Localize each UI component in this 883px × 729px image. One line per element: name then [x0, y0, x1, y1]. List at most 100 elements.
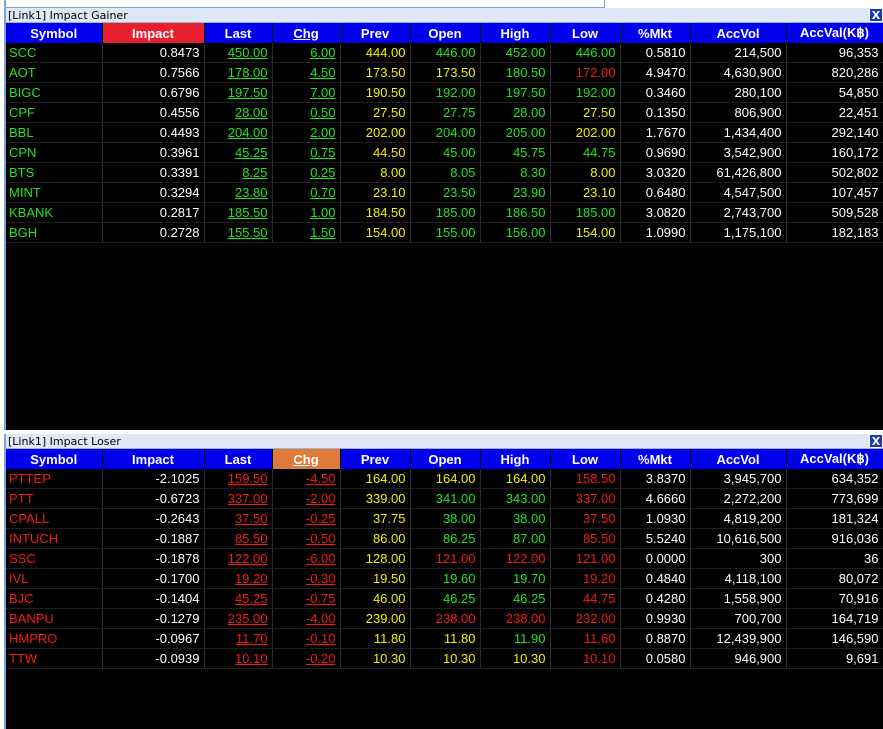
cell-chg[interactable]: -2.00	[272, 488, 341, 509]
cell-symbol[interactable]: BTS	[6, 162, 103, 183]
cell-last[interactable]: 337.00	[204, 488, 273, 509]
column-header-high[interactable]: High	[480, 23, 551, 43]
cell-last[interactable]: 45.25	[204, 588, 273, 609]
cell-symbol[interactable]: BGH	[6, 222, 103, 243]
cell-chg[interactable]: -4.50	[272, 469, 341, 489]
column-header-prev[interactable]: Prev	[340, 23, 411, 43]
column-header-pct-mkt[interactable]: %Mkt	[620, 23, 691, 43]
cell-chg[interactable]: -0.25	[272, 508, 341, 529]
cell-chg[interactable]: 6.00	[272, 43, 341, 63]
table-row[interactable]: BANPU -0.1279 235.00 -4.00 239.00 238.00 238.0…	[6, 608, 883, 629]
table-row[interactable]: BJC -0.1404 45.25 -0.75 46.00 46.25 46.25 44.75…	[6, 588, 883, 609]
column-header-last[interactable]: Last	[204, 449, 273, 469]
table-row[interactable]: BGH 0.2728 155.50 1.50 154.00 155.00 156.00 154…	[6, 222, 883, 243]
cell-last[interactable]: 37.50	[204, 508, 273, 529]
cell-symbol[interactable]: PTT	[6, 488, 103, 509]
cell-symbol[interactable]: CPN	[6, 142, 103, 163]
cell-symbol[interactable]: MINT	[6, 182, 103, 203]
column-header-chg[interactable]: Chg	[272, 449, 341, 469]
cell-last[interactable]: 185.50	[204, 202, 273, 223]
table-row[interactable]: CPALL -0.2643 37.50 -0.25 37.75 38.00 38.00 37.…	[6, 508, 883, 529]
cell-chg[interactable]: 4.50	[272, 62, 341, 83]
cell-chg[interactable]: -6.00	[272, 548, 341, 569]
cell-symbol[interactable]: BJC	[6, 588, 103, 609]
cell-chg[interactable]: 0.75	[272, 142, 341, 163]
cell-last[interactable]: 85.50	[204, 528, 273, 549]
table-row[interactable]: CPF 0.4556 28.00 0.50 27.50 27.75 28.00 27.50 0.…	[6, 102, 883, 123]
table-row[interactable]: BIGC 0.6796 197.50 7.00 190.50 192.00 197.50 19…	[6, 82, 883, 103]
cell-symbol[interactable]: SCC	[6, 43, 103, 63]
cell-last[interactable]: 10.10	[204, 648, 273, 669]
column-header-accval[interactable]: AccVal(K฿)	[786, 23, 883, 43]
cell-symbol[interactable]: BIGC	[6, 82, 103, 103]
column-header-low[interactable]: Low	[550, 23, 621, 43]
cell-symbol[interactable]: CPALL	[6, 508, 103, 529]
cell-chg[interactable]: 1.50	[272, 222, 341, 243]
table-row[interactable]: SCC 0.8473 450.00 6.00 444.00 446.00 452.00 446…	[6, 43, 883, 63]
cell-symbol[interactable]: AOT	[6, 62, 103, 83]
column-header-symbol[interactable]: Symbol	[6, 449, 103, 469]
cell-chg[interactable]: 1.00	[272, 202, 341, 223]
cell-chg[interactable]: -0.75	[272, 588, 341, 609]
gainer-close-button[interactable]: X	[869, 8, 883, 22]
table-row[interactable]: INTUCH -0.1887 85.50 -0.50 86.00 86.25 87.00 85…	[6, 528, 883, 549]
table-row[interactable]: KBANK 0.2817 185.50 1.00 184.50 185.00 186.50 1…	[6, 202, 883, 223]
loser-titlebar[interactable]: [Link1] Impact Loser X	[6, 434, 883, 449]
column-header-accvol[interactable]: AccVol	[690, 23, 787, 43]
cell-last[interactable]: 155.50	[204, 222, 273, 243]
column-header-symbol[interactable]: Symbol	[6, 23, 103, 43]
cell-last[interactable]: 11.70	[204, 628, 273, 649]
cell-chg[interactable]: 0.50	[272, 102, 341, 123]
column-header-accvol[interactable]: AccVol	[690, 449, 787, 469]
column-header-open[interactable]: Open	[410, 449, 481, 469]
cell-last[interactable]: 28.00	[204, 102, 273, 123]
column-header-open[interactable]: Open	[410, 23, 481, 43]
cell-last[interactable]: 197.50	[204, 82, 273, 103]
cell-chg[interactable]: -0.20	[272, 648, 341, 669]
table-row[interactable]: PTT -0.6723 337.00 -2.00 339.00 341.00 343.00 3…	[6, 488, 883, 509]
cell-symbol[interactable]: CPF	[6, 102, 103, 123]
cell-last[interactable]: 8.25	[204, 162, 273, 183]
column-header-accval[interactable]: AccVal(K฿)	[786, 449, 883, 469]
column-header-pct-mkt[interactable]: %Mkt	[620, 449, 691, 469]
cell-symbol[interactable]: HMPRO	[6, 628, 103, 649]
cell-chg[interactable]: -4.00	[272, 608, 341, 629]
cell-symbol[interactable]: INTUCH	[6, 528, 103, 549]
table-row[interactable]: CPN 0.3961 45.25 0.75 44.50 45.00 45.75 44.75 0.…	[6, 142, 883, 163]
cell-last[interactable]: 122.00	[204, 548, 273, 569]
cell-chg[interactable]: 7.00	[272, 82, 341, 103]
table-row[interactable]: BTS 0.3391 8.25 0.25 8.00 8.05 8.30 8.00 3.0320 6…	[6, 162, 883, 183]
column-header-high[interactable]: High	[480, 449, 551, 469]
column-header-impact[interactable]: Impact	[102, 23, 205, 43]
table-row[interactable]: BBL 0.4493 204.00 2.00 202.00 204.00 205.00 202…	[6, 122, 883, 143]
gainer-titlebar[interactable]: [Link1] Impact Gainer X	[6, 8, 883, 23]
cell-chg[interactable]: 0.25	[272, 162, 341, 183]
cell-symbol[interactable]: TTW	[6, 648, 103, 669]
cell-chg[interactable]: 2.00	[272, 122, 341, 143]
cell-chg[interactable]: -0.50	[272, 528, 341, 549]
cell-symbol[interactable]: BANPU	[6, 608, 103, 629]
cell-symbol[interactable]: PTTEP	[6, 469, 103, 489]
cell-last[interactable]: 178.00	[204, 62, 273, 83]
column-header-low[interactable]: Low	[550, 449, 621, 469]
cell-last[interactable]: 45.25	[204, 142, 273, 163]
table-row[interactable]: AOT 0.7566 178.00 4.50 173.50 173.50 180.50 172…	[6, 62, 883, 83]
loser-close-button[interactable]: X	[869, 434, 883, 448]
cell-symbol[interactable]: IVL	[6, 568, 103, 589]
table-row[interactable]: PTTEP -2.1025 159.50 -4.50 164.00 164.00 164.0…	[6, 469, 883, 489]
cell-chg[interactable]: -0.30	[272, 568, 341, 589]
column-header-impact[interactable]: Impact	[102, 449, 205, 469]
table-row[interactable]: HMPRO -0.0967 11.70 -0.10 11.80 11.80 11.90 11.…	[6, 628, 883, 649]
table-row[interactable]: MINT 0.3294 23.80 0.70 23.10 23.50 23.90 23.10 0…	[6, 182, 883, 203]
table-row[interactable]: SSC -0.1878 122.00 -6.00 128.00 121.00 122.00 1…	[6, 548, 883, 569]
table-row[interactable]: TTW -0.0939 10.10 -0.20 10.30 10.30 10.30 10.10…	[6, 648, 883, 669]
cell-chg[interactable]: 0.70	[272, 182, 341, 203]
cell-symbol[interactable]: BBL	[6, 122, 103, 143]
cell-last[interactable]: 19.20	[204, 568, 273, 589]
cell-symbol[interactable]: SSC	[6, 548, 103, 569]
column-header-prev[interactable]: Prev	[340, 449, 411, 469]
cell-last[interactable]: 23.80	[204, 182, 273, 203]
table-row[interactable]: IVL -0.1700 19.20 -0.30 19.50 19.60 19.70 19.20…	[6, 568, 883, 589]
cell-chg[interactable]: -0.10	[272, 628, 341, 649]
cell-last[interactable]: 159.50	[204, 469, 273, 489]
